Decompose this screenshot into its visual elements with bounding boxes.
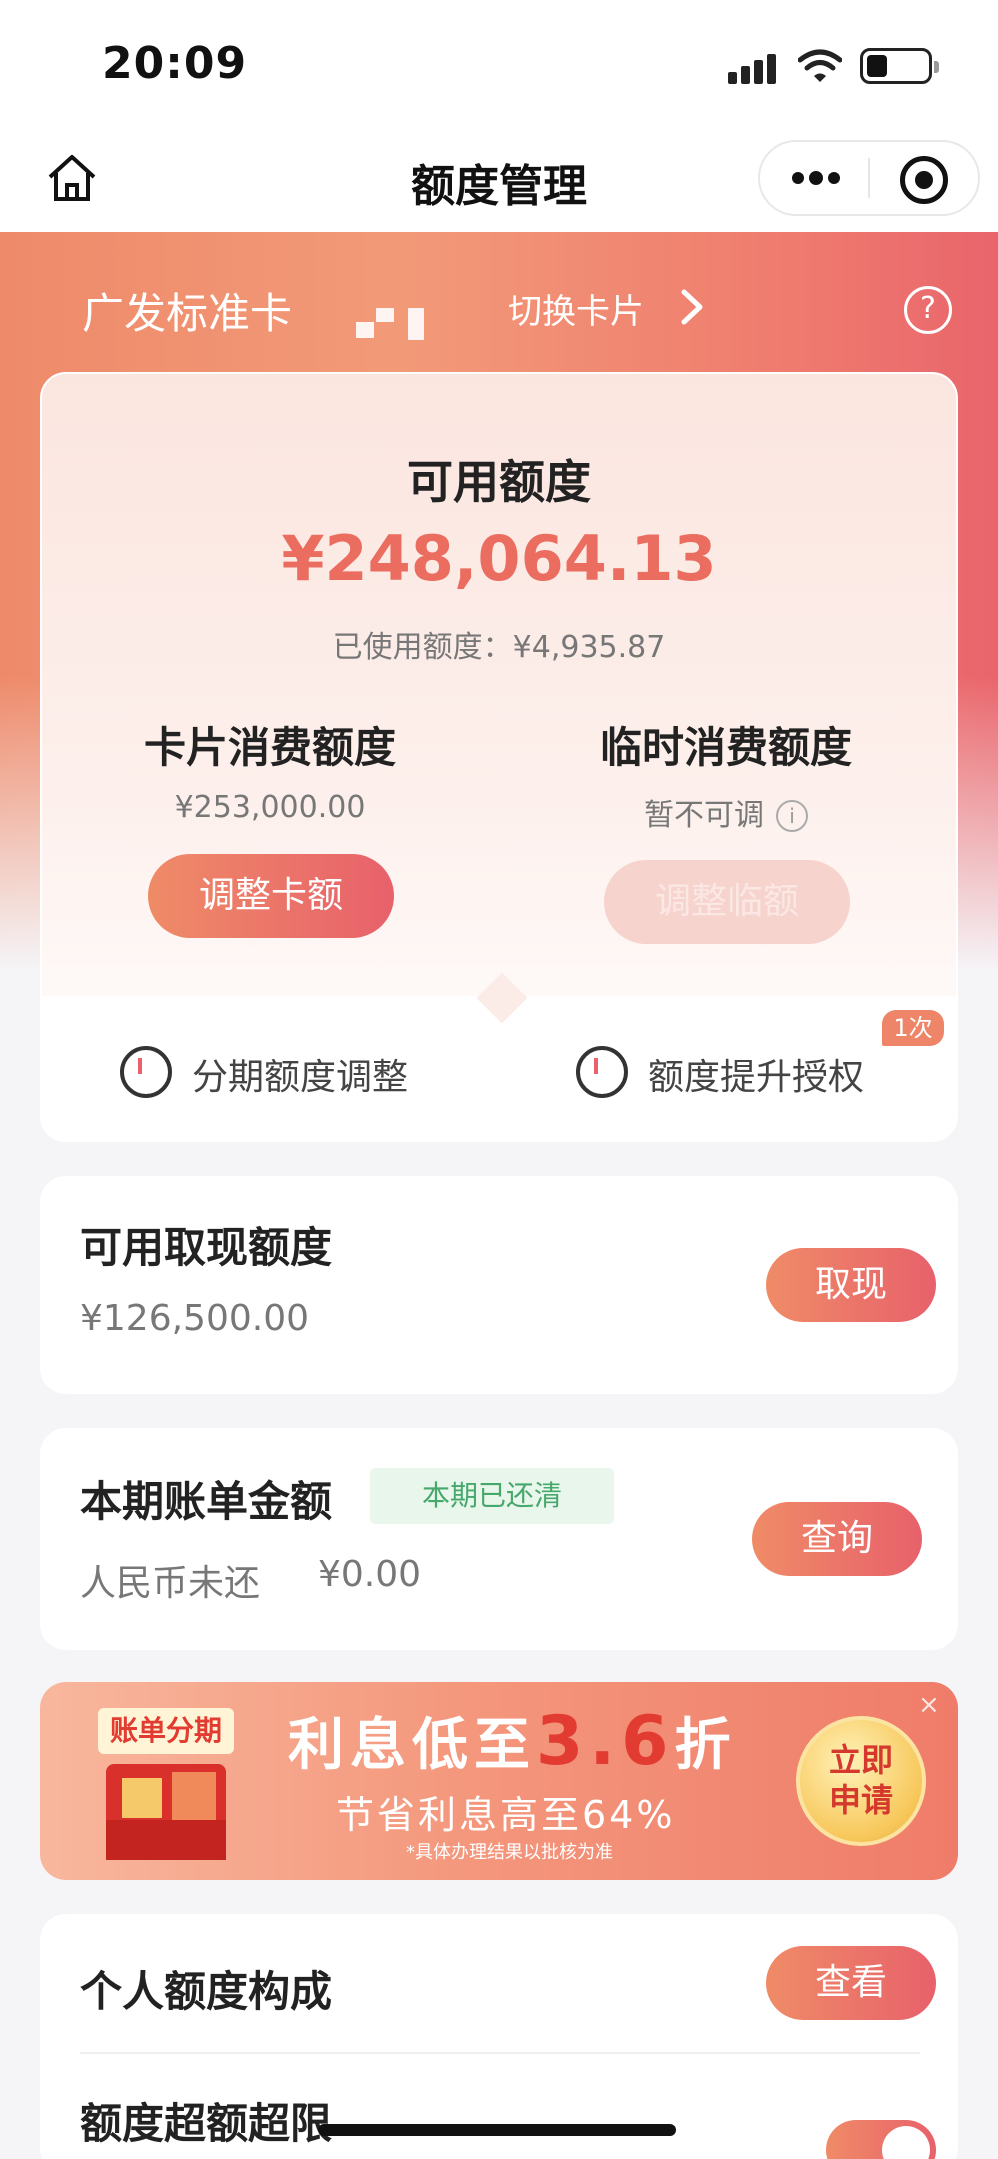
card-name: 广发标准卡: [82, 289, 293, 338]
close-icon[interactable]: ×: [918, 1690, 940, 1720]
temp-limit-value: 暂不可调: [644, 798, 764, 833]
signal-icon: [728, 52, 780, 84]
battery-icon: [860, 48, 939, 84]
over-limit-toggle[interactable]: [826, 2120, 936, 2159]
status-badge: 本期已还清: [370, 1468, 614, 1524]
more-icon[interactable]: [790, 160, 842, 196]
count-badge: 1次: [882, 1010, 944, 1046]
installment-limit-link[interactable]: 分期额度调整: [192, 1048, 408, 1100]
promo-headline: 利息低至3.6折: [288, 1702, 737, 1781]
used-credit: 已使用额度：¥4,935.87: [332, 630, 666, 665]
adjust-card-limit-button[interactable]: 调整卡额: [148, 854, 394, 938]
bill-currency-label: 人民币未还: [80, 1563, 261, 1604]
promo-disclaimer: *具体办理结果以批核为准: [406, 1842, 613, 1863]
raise-limit-link[interactable]: 额度提升授权: [648, 1048, 864, 1100]
chevron-right-icon[interactable]: [676, 288, 706, 326]
wifi-icon: [798, 49, 842, 82]
temp-limit-title: 临时消费额度: [599, 723, 852, 772]
capsule-divider: [868, 158, 870, 198]
clock-icon: [120, 1046, 172, 1098]
promo-badge-text: 账单分期: [110, 1714, 222, 1747]
card-limit-value: ¥253,000.00: [174, 790, 366, 825]
divider: [80, 2052, 920, 2054]
promo-subtitle: 节省利息高至64%: [336, 1793, 676, 1837]
withdraw-button[interactable]: 取现: [766, 1248, 936, 1322]
available-credit-amount: ¥248,064.13: [281, 522, 717, 595]
bill-amount: ¥0.00: [318, 1554, 422, 1595]
status-time: 20:09: [102, 38, 248, 89]
bill-title: 本期账单金额: [80, 1477, 333, 1526]
cash-advance-amount: ¥126,500.00: [80, 1298, 310, 1339]
help-icon[interactable]: ?: [904, 286, 952, 334]
card-logo-icon: [356, 304, 428, 340]
adjust-temp-limit-button: 调整临额: [604, 860, 850, 944]
card-limit-title: 卡片消费额度: [143, 723, 396, 772]
apply-now-button[interactable]: 立即 申请: [796, 1716, 926, 1846]
switch-card-link[interactable]: 切换卡片: [508, 284, 644, 333]
over-limit-title: 额度超额超限: [80, 2099, 333, 2148]
close-miniprogram-icon[interactable]: [900, 156, 948, 204]
home-indicator: [318, 2124, 676, 2136]
cash-advance-title: 可用取现额度: [80, 1223, 333, 1272]
list-refresh-icon: [576, 1046, 628, 1098]
temp-limit-status: 暂不可调 i: [526, 790, 926, 834]
info-icon[interactable]: i: [776, 800, 808, 832]
gift-box-icon: 账单分期: [98, 1708, 234, 1860]
composition-title: 个人额度构成: [80, 1967, 333, 2016]
query-button[interactable]: 查询: [752, 1502, 922, 1576]
view-button[interactable]: 查看: [766, 1946, 936, 2020]
available-credit-label: 可用额度: [407, 455, 591, 509]
